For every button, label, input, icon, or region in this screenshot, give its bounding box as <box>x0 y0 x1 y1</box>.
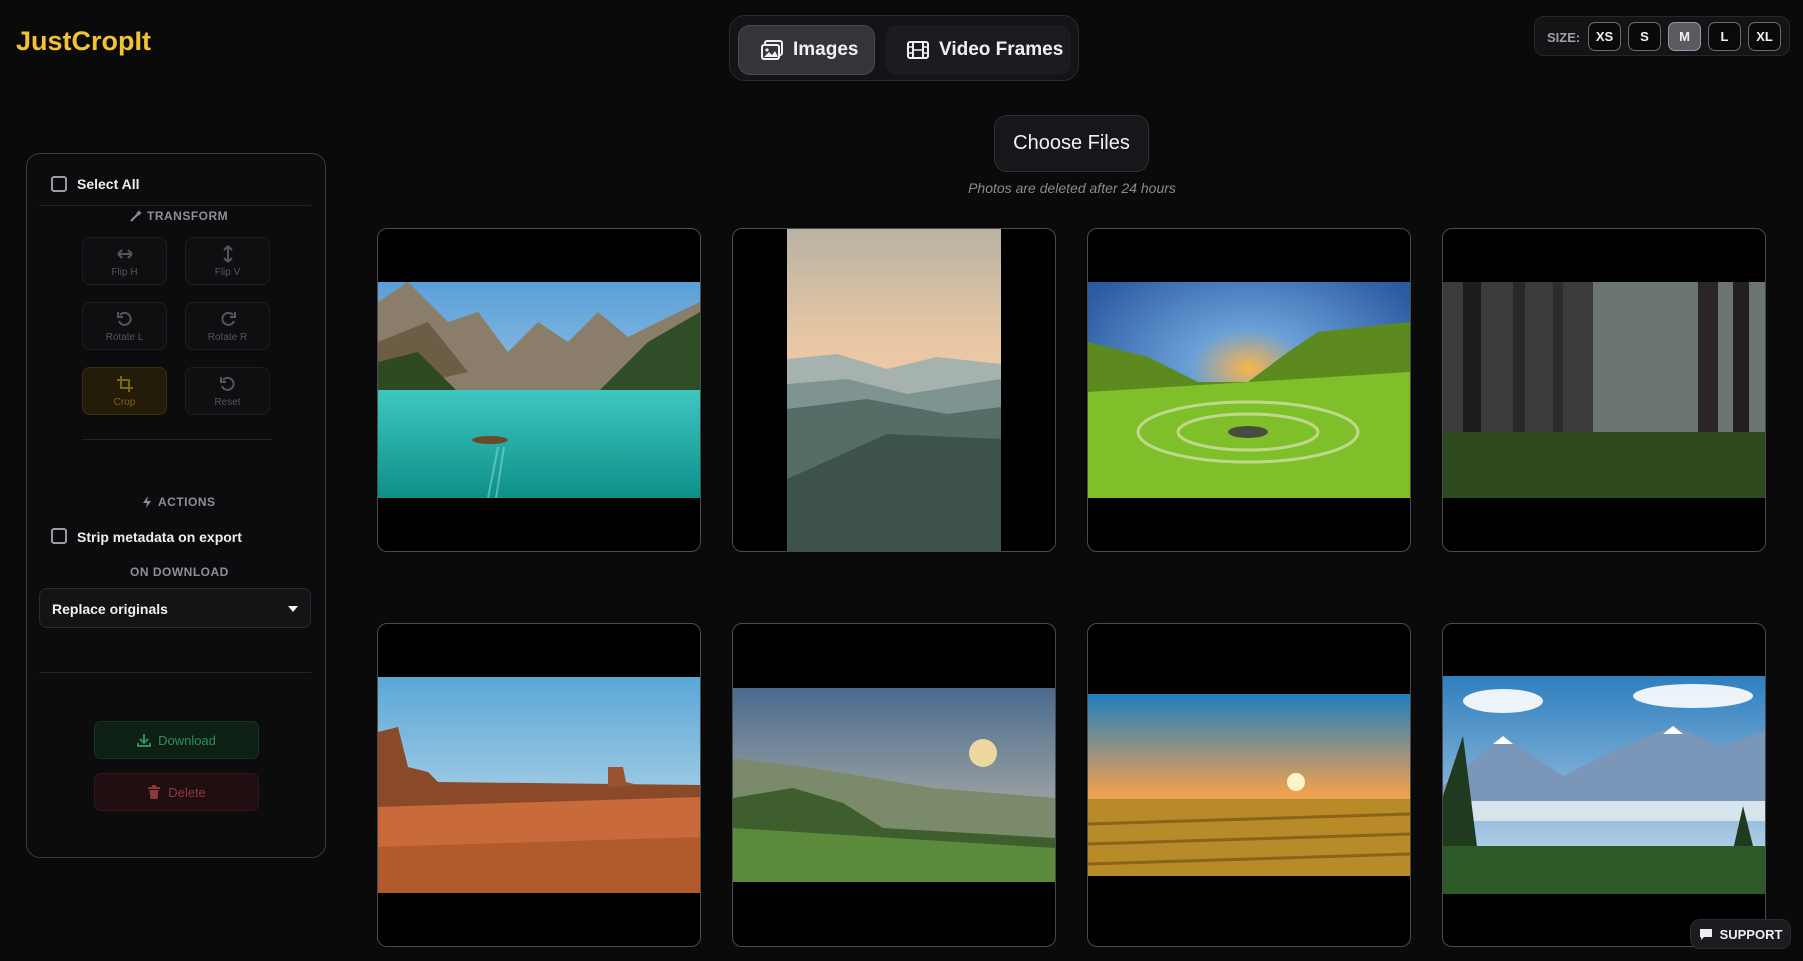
rotate-left-label: Rotate L <box>105 331 144 343</box>
size-l-button[interactable]: L <box>1708 22 1741 51</box>
image-card[interactable] <box>1087 623 1411 947</box>
size-xs-button[interactable]: XS <box>1588 22 1621 51</box>
rotate-left-icon <box>116 311 132 326</box>
support-label: SUPPORT <box>1719 926 1783 942</box>
on-download-title: ON DOWNLOAD <box>130 565 229 579</box>
strip-metadata-label[interactable]: Strip metadata on export <box>77 529 242 545</box>
reset-label: Reset <box>214 396 241 408</box>
rotate-right-label: Rotate R <box>207 331 248 343</box>
forest-image <box>1443 282 1765 498</box>
actions-title-text: ACTIONS <box>158 495 216 509</box>
actions-title: ACTIONS <box>141 495 216 509</box>
images-icon <box>761 40 783 60</box>
choose-files-button[interactable]: Choose Files <box>994 115 1149 172</box>
tab-video-frames-label: Video Frames <box>939 39 1064 60</box>
cliff-image <box>733 688 1055 882</box>
valley-image <box>1088 282 1410 498</box>
sidebar: Select All TRANSFORM Flip H Flip V Rotat… <box>26 153 326 858</box>
flip-h-button[interactable]: Flip H <box>82 237 167 285</box>
flip-v-label: Flip V <box>214 266 241 278</box>
strip-metadata-checkbox[interactable] <box>51 528 67 544</box>
mode-tabs: Images Video Frames <box>729 15 1079 81</box>
bolt-icon <box>143 496 151 508</box>
download-label: Download <box>158 732 216 748</box>
rotate-right-icon <box>220 311 236 326</box>
divider <box>39 672 311 673</box>
flip-h-label: Flip H <box>111 266 138 278</box>
chat-icon <box>1699 928 1712 940</box>
lake-image <box>378 282 700 498</box>
select-all-label[interactable]: Select All <box>77 176 140 192</box>
transform-title-text: TRANSFORM <box>147 209 229 223</box>
divider <box>39 205 311 206</box>
image-card[interactable] <box>377 228 701 552</box>
download-button[interactable]: Download <box>94 721 259 759</box>
tab-images[interactable]: Images <box>738 25 875 75</box>
alpine-image <box>1443 676 1765 894</box>
image-card[interactable] <box>732 623 1056 947</box>
reset-button[interactable]: Reset <box>185 367 270 415</box>
tab-images-label: Images <box>793 39 859 60</box>
size-selector: SIZE: XS S M L XL <box>1534 16 1790 56</box>
on-download-select[interactable]: Replace originals <box>39 588 311 628</box>
flip-horizontal-icon <box>116 248 133 259</box>
rotate-right-button[interactable]: Rotate R <box>185 302 270 350</box>
chevron-down-icon <box>288 606 298 612</box>
size-m-button[interactable]: M <box>1668 22 1701 51</box>
image-card[interactable] <box>377 623 701 947</box>
delete-button[interactable]: Delete <box>94 773 259 811</box>
divider <box>82 439 272 440</box>
crop-icon <box>116 375 133 392</box>
field-image <box>1088 694 1410 876</box>
app-logo[interactable]: JustCropIt <box>16 26 151 57</box>
crop-button[interactable]: Crop <box>82 367 167 415</box>
trash-icon <box>148 785 161 799</box>
mountain-image <box>787 229 1001 551</box>
image-card[interactable] <box>1442 623 1766 947</box>
size-xl-button[interactable]: XL <box>1748 22 1781 51</box>
image-card[interactable] <box>1442 228 1766 552</box>
size-s-button[interactable]: S <box>1628 22 1661 51</box>
transform-title: TRANSFORM <box>130 209 228 223</box>
size-label: SIZE: <box>1547 30 1581 45</box>
delete-label: Delete <box>168 784 206 800</box>
tab-video-frames[interactable]: Video Frames <box>885 25 1071 75</box>
on-download-title-text: ON DOWNLOAD <box>130 565 229 579</box>
flip-v-button[interactable]: Flip V <box>185 237 270 285</box>
on-download-value: Replace originals <box>52 601 168 617</box>
crop-label: Crop <box>113 396 136 408</box>
desert-image <box>378 677 700 893</box>
wand-icon <box>130 210 142 222</box>
upload-note: Photos are deleted after 24 hours <box>968 180 1176 196</box>
download-icon <box>137 734 152 747</box>
select-all-checkbox[interactable] <box>51 176 67 192</box>
image-card[interactable] <box>732 228 1056 552</box>
film-icon <box>907 41 929 59</box>
flip-vertical-icon <box>222 244 233 263</box>
reset-icon <box>219 376 235 391</box>
rotate-left-button[interactable]: Rotate L <box>82 302 167 350</box>
support-button[interactable]: SUPPORT <box>1690 919 1791 949</box>
image-card[interactable] <box>1087 228 1411 552</box>
